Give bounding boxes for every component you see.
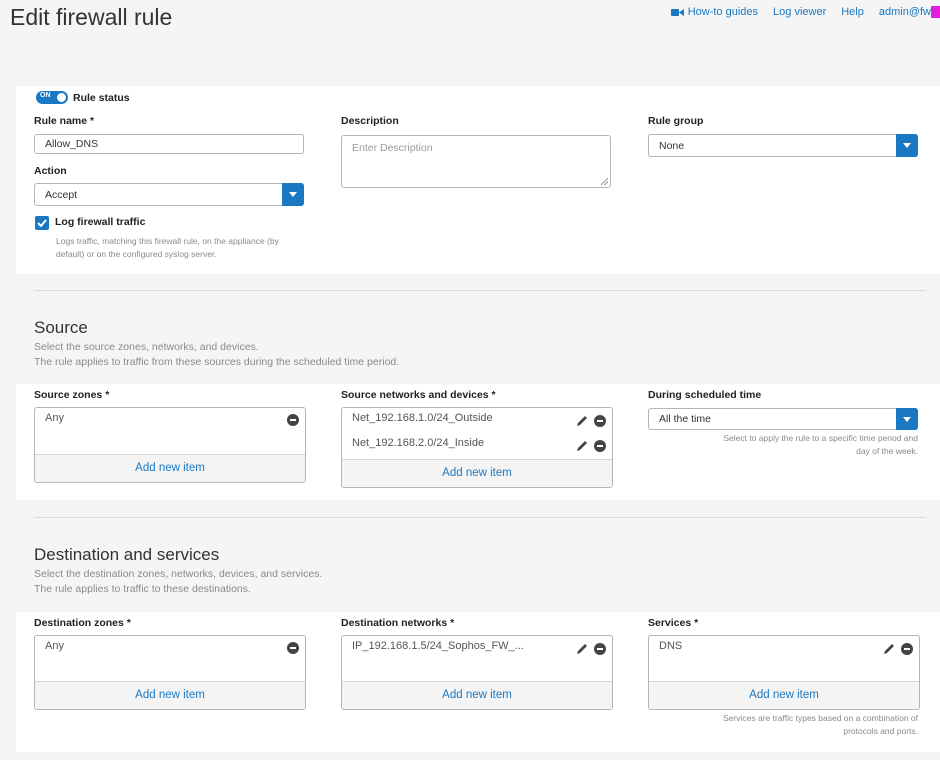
toggle-state-text: ON (40, 92, 51, 99)
list-item-text: IP_192.168.1.5/24_Sophos_FW_... (352, 640, 524, 652)
source-networks-list: Net_192.168.1.0/24_Outside Net_192.168.2… (341, 407, 613, 488)
rule-name-label: Rule name * (34, 115, 95, 127)
schedule-select[interactable]: All the time (648, 408, 918, 430)
remove-item-icon[interactable] (594, 414, 606, 427)
action-label: Action (34, 165, 67, 177)
source-section-title: Source (34, 318, 88, 337)
services-label: Services * (648, 617, 699, 629)
list-item: DNS (649, 636, 919, 658)
source-desc-line-2: The rule applies to traffic from these s… (34, 356, 400, 368)
rule-group-select[interactable]: None (648, 134, 918, 157)
destination-desc-line-1: Select the destination zones, networks, … (34, 568, 323, 580)
list-item: Any (35, 408, 305, 430)
remove-item-icon[interactable] (594, 642, 606, 655)
top-navigation: How-to guides Log viewer Help admin@fw (656, 6, 940, 19)
section-divider (34, 517, 926, 518)
help-link[interactable]: Help (841, 6, 864, 18)
edit-pencil-icon[interactable] (883, 642, 896, 655)
action-select[interactable]: Accept (34, 183, 304, 206)
admin-label: admin@fw (878, 6, 931, 18)
add-source-network-button[interactable]: Add new item (342, 459, 612, 487)
video-camera-icon (670, 8, 684, 16)
remove-item-icon[interactable] (287, 414, 299, 426)
edit-pencil-icon[interactable] (576, 642, 589, 655)
source-zones-label: Source zones * (34, 389, 110, 401)
destination-networks-label: Destination networks * (341, 617, 455, 629)
admin-marker-icon (931, 6, 940, 19)
edit-pencil-icon[interactable] (576, 439, 589, 452)
chevron-down-icon[interactable] (282, 183, 304, 206)
list-item: IP_192.168.1.5/24_Sophos_FW_... (342, 636, 612, 658)
admin-menu[interactable]: admin@fw (878, 6, 940, 19)
add-source-zone-button[interactable]: Add new item (35, 454, 305, 482)
list-item: Net_192.168.2.0/24_Inside (342, 433, 612, 455)
source-section-description: Select the source zones, networks, and d… (34, 340, 399, 370)
list-item-text: Net_192.168.2.0/24_Inside (352, 437, 485, 449)
edit-pencil-icon[interactable] (576, 414, 589, 427)
destination-section-title: Destination and services (34, 545, 220, 564)
services-list: DNS Add new item (648, 635, 920, 710)
description-label: Description (341, 115, 399, 127)
schedule-help-line-1: Select to apply the rule to a specific t… (723, 433, 918, 443)
add-destination-zone-button[interactable]: Add new item (35, 681, 305, 709)
checkmark-icon (37, 219, 47, 227)
destination-networks-list: IP_192.168.1.5/24_Sophos_FW_... Add new … (341, 635, 613, 710)
destination-zones-list: Any Add new item (34, 635, 306, 710)
add-destination-network-button[interactable]: Add new item (342, 681, 612, 709)
source-networks-label: Source networks and devices * (341, 389, 496, 401)
section-divider (34, 290, 926, 291)
rule-status-toggle[interactable]: ON (36, 91, 68, 104)
rule-status-label: Rule status (73, 92, 130, 104)
rule-group-value: None (659, 139, 685, 152)
rule-group-label: Rule group (648, 115, 704, 127)
services-help-line-1: Services are traffic types based on a co… (723, 713, 918, 723)
log-traffic-help: Logs traffic, matching this firewall rul… (56, 235, 279, 260)
list-item-text: Any (45, 412, 64, 424)
list-item-text: Any (45, 640, 64, 652)
chevron-down-icon[interactable] (896, 408, 918, 430)
rule-name-input[interactable]: Allow_DNS (34, 134, 304, 154)
log-help-line-2: default) or on the configured syslog ser… (56, 248, 217, 259)
page-title: Edit firewall rule (10, 4, 173, 30)
remove-item-icon[interactable] (901, 642, 913, 655)
chevron-down-icon[interactable] (896, 134, 918, 157)
list-item: Any (35, 636, 305, 658)
source-desc-line-1: Select the source zones, networks, and d… (34, 341, 259, 353)
action-value: Accept (45, 188, 78, 201)
services-help: Services are traffic types based on a co… (648, 712, 918, 737)
services-help-line-2: protocols and ports. (843, 725, 918, 736)
destination-zones-label: Destination zones * (34, 617, 131, 629)
list-item-text: Net_192.168.1.0/24_Outside (352, 412, 493, 424)
toggle-knob (56, 92, 67, 103)
remove-item-icon[interactable] (594, 439, 606, 452)
schedule-value: All the time (659, 413, 711, 425)
description-textarea[interactable]: Enter Description (341, 135, 611, 188)
howto-label: How-to guides (687, 6, 759, 19)
destination-section-description: Select the destination zones, networks, … (34, 567, 322, 597)
schedule-help-line-2: day of the week. (856, 445, 918, 456)
remove-item-icon[interactable] (287, 642, 299, 654)
destination-desc-line-2: The rule applies to traffic to these des… (34, 583, 251, 595)
schedule-help: Select to apply the rule to a specific t… (648, 432, 918, 457)
schedule-label: During scheduled time (648, 389, 762, 401)
add-service-button[interactable]: Add new item (649, 681, 919, 709)
description-placeholder: Enter Description (352, 142, 433, 154)
log-help-line-1: Logs traffic, matching this firewall rul… (56, 236, 279, 246)
log-traffic-label: Log firewall traffic (55, 216, 146, 228)
log-traffic-checkbox[interactable] (35, 216, 49, 230)
source-zones-list: Any Add new item (34, 407, 306, 483)
list-item: Net_192.168.1.0/24_Outside (342, 408, 612, 430)
howto-link[interactable]: How-to guides (670, 6, 759, 19)
list-item-text: DNS (659, 640, 683, 652)
resize-grip-icon[interactable] (601, 178, 608, 185)
log-viewer-link[interactable]: Log viewer (773, 6, 826, 18)
